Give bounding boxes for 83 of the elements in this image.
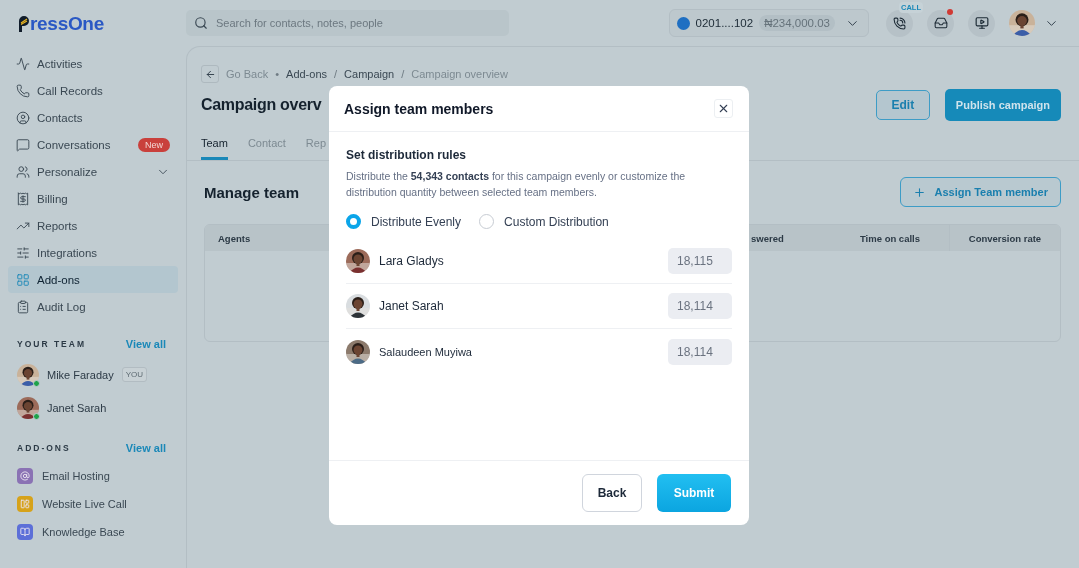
slash-separator: / bbox=[401, 68, 405, 80]
sidebar-label: Contacts bbox=[37, 111, 84, 124]
sidebar-label: Conversations bbox=[37, 138, 112, 151]
dialog-subtitle: Set distribution rules bbox=[346, 148, 467, 162]
clipboard-icon bbox=[16, 299, 30, 314]
you-tag: YOU bbox=[121, 367, 147, 382]
arrow-left-icon bbox=[204, 68, 216, 80]
close-button[interactable] bbox=[714, 99, 733, 118]
column-header: Agents bbox=[217, 232, 252, 244]
breadcrumb-link[interactable]: Add-ons bbox=[286, 68, 328, 80]
grid-icon bbox=[16, 272, 30, 287]
sidebar-label: Call Records bbox=[37, 84, 104, 97]
bullet-separator: • bbox=[275, 68, 280, 80]
column-header: swered bbox=[751, 232, 785, 244]
section-heading: YOUR TEAM bbox=[17, 339, 86, 349]
page-title: Campaign overv bbox=[201, 96, 322, 114]
addon-label[interactable]: Email Hosting bbox=[42, 470, 110, 482]
quantity-field[interactable]: 18,114 bbox=[668, 338, 732, 365]
column-header: Time on calls bbox=[859, 232, 921, 244]
sidebar-label: Billing bbox=[37, 192, 69, 205]
receipt-icon bbox=[16, 191, 30, 206]
account-logo-icon bbox=[676, 16, 690, 30]
sidebar-item[interactable]: Integrations bbox=[8, 239, 178, 266]
video-button[interactable] bbox=[968, 9, 995, 37]
member-name: Janet Sarah bbox=[379, 299, 445, 313]
member-name: Mike Faraday bbox=[47, 368, 114, 381]
dialog-description: Distribute the 54,343 contacts for this campaign evenly or customize the distribution quantity between selected team members. bbox=[346, 169, 687, 200]
search-input[interactable]: Search for contacts, notes, people bbox=[214, 16, 501, 30]
logo-text: ressOne bbox=[30, 13, 104, 35]
account-selector[interactable]: 0201....102 ₦234,000.03 bbox=[668, 9, 869, 37]
account-balance: ₦234,000.03 bbox=[759, 15, 835, 31]
member-name: Salaudeen Muyiwa bbox=[379, 345, 473, 358]
quantity-field[interactable]: 18,115 bbox=[668, 248, 732, 274]
search-icon bbox=[194, 16, 208, 30]
message-icon bbox=[16, 137, 30, 152]
users-icon bbox=[16, 164, 30, 179]
monitor-play-icon bbox=[974, 16, 989, 30]
inbox-button[interactable] bbox=[927, 9, 954, 37]
sidebar-label: Personalize bbox=[37, 165, 99, 178]
quantity-field[interactable]: 18,114 bbox=[668, 293, 732, 319]
inbox-icon bbox=[933, 16, 948, 30]
sidebar-label: Activities bbox=[37, 57, 84, 70]
sidebar-item[interactable]: Reports bbox=[8, 212, 178, 239]
sidebar-item[interactable]: Personalize bbox=[8, 158, 178, 185]
breadcrumb-link[interactable]: Campaign bbox=[344, 68, 395, 80]
radio-button[interactable] bbox=[346, 214, 361, 229]
column-header: Conversion rate bbox=[968, 232, 1042, 244]
back-button[interactable]: Back bbox=[582, 474, 642, 512]
member-name: Janet Sarah bbox=[47, 401, 107, 414]
search-field[interactable]: Search for contacts, notes, people bbox=[186, 10, 509, 36]
user-icon bbox=[16, 110, 30, 125]
sidebar-item[interactable]: Conversations New bbox=[8, 131, 178, 158]
phone-icon bbox=[16, 83, 30, 98]
sidebar-item[interactable]: Contacts bbox=[8, 104, 178, 131]
plus-icon bbox=[913, 185, 927, 199]
sliders-icon bbox=[16, 245, 30, 260]
new-badge: New bbox=[138, 137, 170, 152]
sidebar-item[interactable]: Add-ons bbox=[8, 266, 178, 293]
activity-icon bbox=[16, 56, 30, 71]
sidebar-label: Reports bbox=[37, 219, 79, 232]
member-name: Lara Gladys bbox=[379, 254, 445, 268]
addon-label[interactable]: Knowledge Base bbox=[42, 526, 125, 538]
slash-separator: / bbox=[334, 68, 338, 80]
tab[interactable]: Team bbox=[201, 133, 228, 160]
sidebar-label: Add-ons bbox=[37, 273, 81, 286]
call-button[interactable] bbox=[886, 9, 913, 37]
sidebar-item[interactable]: Billing bbox=[8, 185, 178, 212]
logo-icon bbox=[18, 15, 30, 33]
back-button[interactable] bbox=[201, 65, 219, 83]
dialog-title: Assign team members bbox=[344, 100, 494, 117]
section-title: Manage team bbox=[204, 183, 300, 201]
section-heading: ADD-ONS bbox=[17, 443, 71, 453]
sidebar-label: Integrations bbox=[37, 246, 99, 259]
sidebar-item[interactable]: Audit Log bbox=[8, 293, 178, 320]
radio-label: Distribute Evenly bbox=[371, 214, 462, 229]
sidebar-label: Audit Log bbox=[37, 300, 87, 313]
phone-icon bbox=[893, 16, 906, 30]
account-number: 0201....102 bbox=[695, 17, 754, 29]
sidebar-item[interactable]: Call Records bbox=[8, 77, 178, 104]
sidebar-item[interactable]: Activities bbox=[8, 50, 178, 77]
close-icon bbox=[717, 102, 730, 115]
radio-label: Custom Distribution bbox=[504, 214, 609, 229]
addon-label[interactable]: Website Live Call bbox=[42, 498, 127, 510]
